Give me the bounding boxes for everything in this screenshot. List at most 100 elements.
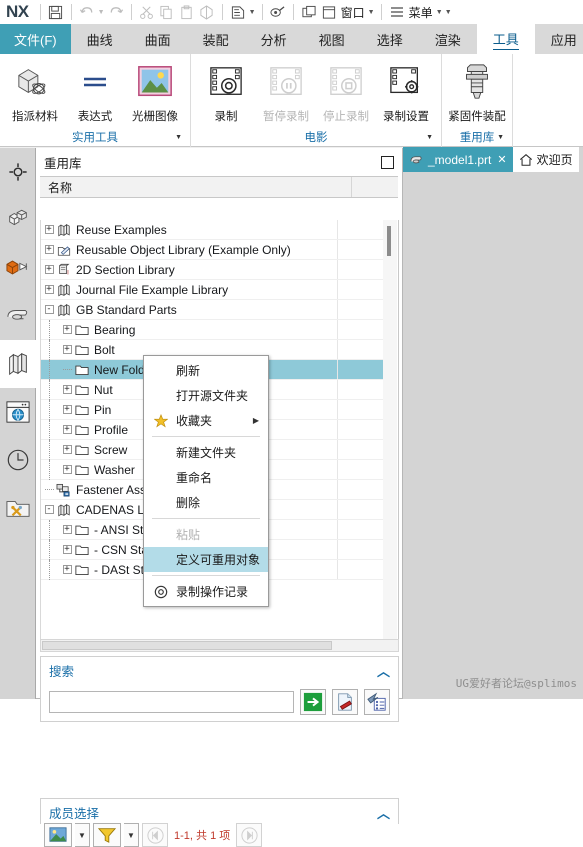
- tree-expander[interactable]: +: [62, 405, 72, 414]
- tree-expander[interactable]: -: [44, 505, 54, 514]
- ribbon-group-dropdown-icon[interactable]: ▼: [175, 134, 182, 141]
- ribbon-command-record-settings[interactable]: 录制设置: [377, 59, 435, 124]
- view-mode-button[interactable]: [44, 823, 72, 847]
- tree-collapse-icon[interactable]: -: [43, 500, 55, 520]
- tree-expander[interactable]: +: [62, 345, 72, 354]
- tree-expand-icon[interactable]: +: [61, 460, 73, 480]
- ribbon-tab-7[interactable]: 渲染: [419, 24, 477, 54]
- tree-row[interactable]: + Bearing: [41, 319, 384, 340]
- ribbon-command-assign-material[interactable]: 指派材料: [6, 59, 64, 124]
- tree-expander[interactable]: +: [62, 545, 72, 554]
- ribbon-tab-4[interactable]: 分析: [245, 24, 303, 54]
- clear-search-button[interactable]: [332, 689, 358, 715]
- tree-expand-icon[interactable]: +: [61, 320, 73, 340]
- tree-expand-icon[interactable]: +: [43, 260, 55, 280]
- tree-expand-icon[interactable]: +: [43, 240, 55, 260]
- ribbon-tab-2[interactable]: 曲面: [129, 24, 187, 54]
- context-menu-item-5[interactable]: 重命名: [144, 465, 268, 490]
- ribbon-tab-1[interactable]: 曲线: [71, 24, 129, 54]
- filter-button[interactable]: [93, 823, 121, 847]
- tree-expander[interactable]: +: [44, 265, 54, 274]
- advanced-search-button[interactable]: [364, 689, 390, 715]
- view-mode-dropdown[interactable]: ▼: [75, 823, 90, 847]
- tree-row[interactable]: - GB Standard Parts: [41, 300, 384, 320]
- ribbon-tab-9[interactable]: 应用: [535, 24, 583, 54]
- member-select-header[interactable]: 成员选择 ︿: [41, 799, 398, 825]
- window-single-button[interactable]: [319, 2, 339, 22]
- context-menu-item-4[interactable]: 新建文件夹: [144, 440, 268, 465]
- main-menu-caret[interactable]: ▼: [435, 9, 444, 16]
- chevron-up-icon[interactable]: ︿: [377, 803, 390, 822]
- touch-mode-button[interactable]: [268, 2, 288, 22]
- ribbon-command-expression[interactable]: 表达式: [66, 59, 124, 124]
- undo-button[interactable]: [77, 2, 97, 22]
- ribbon-tab-3[interactable]: 装配: [187, 24, 245, 54]
- sidebar-item-constraint-navigator[interactable]: [0, 148, 36, 196]
- copy-button[interactable]: [157, 2, 177, 22]
- tree-expander[interactable]: +: [44, 285, 54, 294]
- save-button[interactable]: [46, 2, 66, 22]
- tree-expander[interactable]: +: [62, 385, 72, 394]
- ribbon-tab-0[interactable]: 文件(F): [0, 24, 71, 54]
- context-menu-item-1[interactable]: 打开源文件夹: [144, 383, 268, 408]
- redo-button[interactable]: [106, 2, 126, 22]
- tree-expander[interactable]: +: [62, 445, 72, 454]
- ribbon-command-raster-image[interactable]: 光栅图像: [126, 59, 184, 124]
- ribbon-command-fastener-assembly[interactable]: 紧固件装配: [448, 59, 506, 124]
- tree-expander[interactable]: +: [62, 525, 72, 534]
- undo-list-button[interactable]: [228, 2, 248, 22]
- tree-expander[interactable]: +: [62, 425, 72, 434]
- tree-expand-icon[interactable]: +: [61, 560, 73, 580]
- tree-row[interactable]: + I 2D Section Library: [41, 260, 384, 280]
- document-tab-0[interactable]: _model1.prt ✕: [403, 147, 513, 172]
- sidebar-item-roles[interactable]: [0, 484, 36, 532]
- maximize-icon[interactable]: [381, 155, 394, 169]
- window-menu-caret[interactable]: ▼: [367, 9, 376, 16]
- paste-button[interactable]: [177, 2, 197, 22]
- tree-expand-icon[interactable]: +: [61, 540, 73, 560]
- context-menu-item-6[interactable]: 删除: [144, 490, 268, 515]
- tree-expander[interactable]: +: [62, 565, 72, 574]
- ribbon-group-dropdown-icon[interactable]: ▼: [497, 134, 504, 141]
- ribbon-tab-5[interactable]: 视图: [303, 24, 361, 54]
- tree-row[interactable]: + Reuse Examples: [41, 220, 384, 240]
- next-page-button[interactable]: [236, 823, 263, 847]
- tree-expand-icon[interactable]: +: [43, 280, 55, 300]
- tree-row[interactable]: + Journal File Example Library: [41, 280, 384, 300]
- hamburger-icon[interactable]: [387, 2, 407, 22]
- graphics-window[interactable]: UG爱好者论坛@splimos: [403, 172, 583, 699]
- main-menu-label[interactable]: 菜单: [407, 4, 435, 21]
- window-tile-button[interactable]: [299, 2, 319, 22]
- tree-expand-icon[interactable]: +: [61, 420, 73, 440]
- previous-page-button[interactable]: [142, 823, 168, 847]
- tree-expand-icon[interactable]: +: [43, 220, 55, 240]
- context-menu-item-9[interactable]: 定义可重用对象: [144, 547, 268, 572]
- search-section-header[interactable]: 搜索 ︿: [41, 657, 398, 683]
- ribbon-tab-8[interactable]: 工具: [476, 24, 535, 54]
- sidebar-item-reuse-library[interactable]: [0, 340, 36, 388]
- ribbon-tab-6[interactable]: 选择: [361, 24, 419, 54]
- tree-expand-icon[interactable]: +: [61, 520, 73, 540]
- tree-hscroll-thumb[interactable]: [42, 641, 332, 650]
- ribbon-group-dropdown-icon[interactable]: ▼: [426, 134, 433, 141]
- close-icon[interactable]: ✕: [495, 153, 506, 166]
- chevron-up-icon[interactable]: ︿: [377, 661, 390, 680]
- undo-dropdown-caret[interactable]: ▼: [97, 9, 106, 16]
- ribbon-group-title[interactable]: 电影 ▼: [191, 127, 441, 147]
- tree-expander[interactable]: +: [62, 465, 72, 474]
- tree-expander[interactable]: +: [62, 325, 72, 334]
- sidebar-item-assembly-navigator[interactable]: [0, 196, 36, 244]
- window-menu-label[interactable]: 窗口: [339, 4, 367, 21]
- context-menu-item-2[interactable]: 收藏夹 ▶: [144, 408, 268, 433]
- tree-expander[interactable]: +: [44, 225, 54, 234]
- tree-collapse-icon[interactable]: -: [43, 300, 55, 320]
- tree-row[interactable]: + Reusable Object Library (Example Only): [41, 240, 384, 260]
- tree-expander[interactable]: -: [44, 305, 54, 314]
- filter-dropdown[interactable]: ▼: [124, 823, 139, 847]
- tree-horizontal-scrollbar[interactable]: [40, 639, 399, 652]
- undo-list-dropdown-caret[interactable]: ▼: [248, 9, 257, 16]
- tree-expand-icon[interactable]: +: [61, 400, 73, 420]
- tree-expand-icon[interactable]: +: [61, 380, 73, 400]
- sidebar-item-web-browser[interactable]: [0, 388, 36, 436]
- ribbon-command-record[interactable]: 录制: [197, 59, 255, 124]
